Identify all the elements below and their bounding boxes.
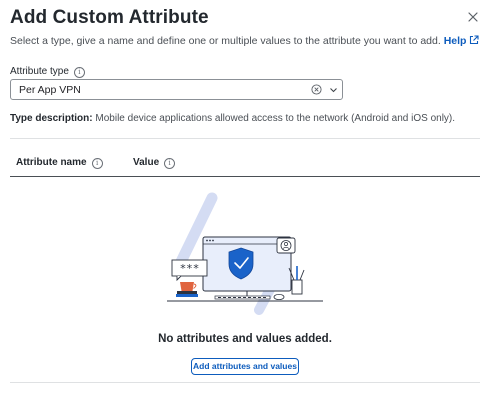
attribute-type-value: Per App VPN <box>19 84 81 96</box>
attribute-type-label: Attribute type i <box>10 66 85 78</box>
add-custom-attribute-dialog: Add Custom Attribute Select a type, give… <box>0 0 490 396</box>
chevron-down-icon[interactable] <box>329 86 338 94</box>
empty-state-illustration: *** <box>167 192 323 315</box>
help-link[interactable]: Help <box>444 35 480 47</box>
empty-state-message: No attributes and values added. <box>158 333 332 345</box>
subtitle-text: Select a type, give a name and define on… <box>10 35 441 47</box>
close-icon[interactable] <box>466 10 480 24</box>
attribute-type-select[interactable]: Per App VPN <box>10 79 343 100</box>
table-header-divider <box>10 176 480 177</box>
divider <box>10 382 480 383</box>
info-icon[interactable]: i <box>91 158 103 169</box>
type-description: Type description: Mobile device applicat… <box>10 113 455 124</box>
external-link-icon <box>470 35 480 45</box>
column-header-attribute-name: Attribute name i <box>16 157 103 169</box>
column-header-value: Value i <box>133 157 176 169</box>
add-attributes-button[interactable]: Add attributes and values <box>191 358 299 375</box>
dialog-subtitle: Select a type, give a name and define on… <box>10 35 480 47</box>
help-label: Help <box>443 35 467 47</box>
password-mask-text: *** <box>180 262 200 275</box>
type-description-text: Mobile device applications allowed acces… <box>95 113 456 124</box>
info-icon[interactable]: i <box>73 67 85 78</box>
type-description-label: Type description: <box>10 113 93 124</box>
dialog-title: Add Custom Attribute <box>10 7 209 28</box>
clear-icon[interactable] <box>311 84 322 95</box>
info-icon[interactable]: i <box>164 158 176 169</box>
divider <box>10 138 480 139</box>
